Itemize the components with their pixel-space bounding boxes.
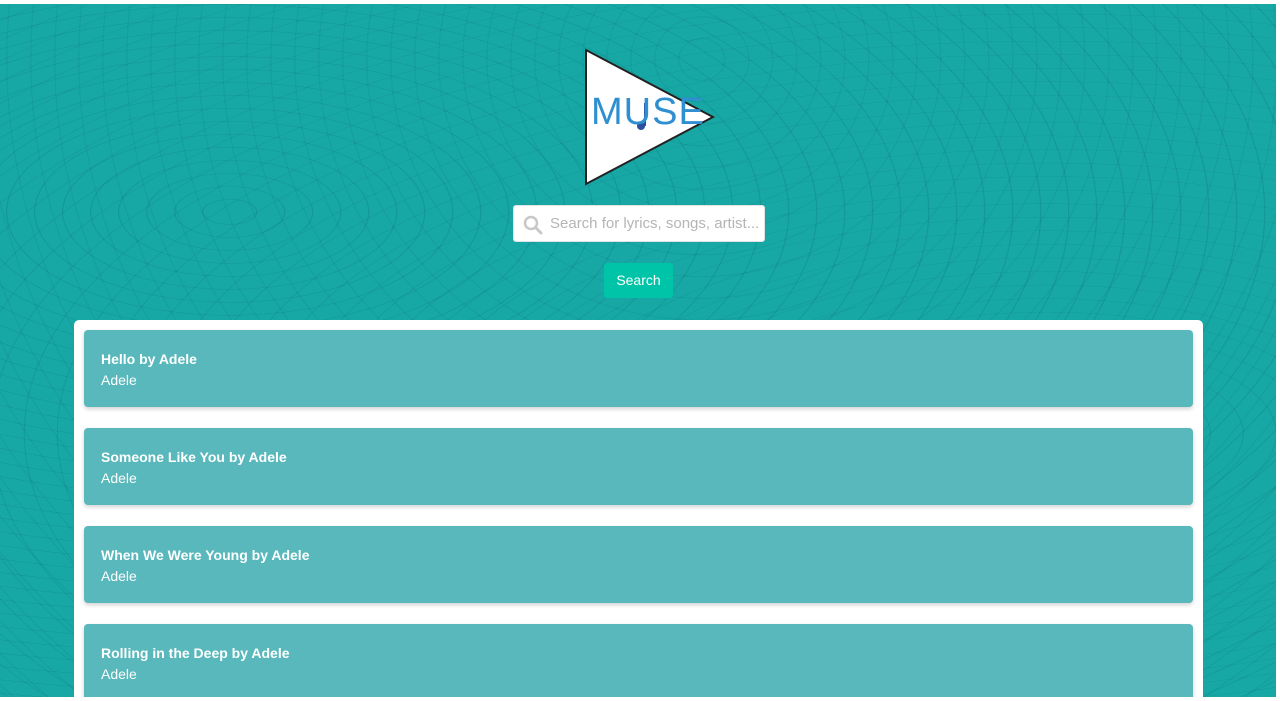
result-title: Someone Like You by Adele xyxy=(101,449,287,465)
result-card[interactable]: Someone Like You by Adele Adele xyxy=(84,428,1193,505)
scrollbar-track[interactable] xyxy=(1276,365,1280,697)
logo-text: MUSE xyxy=(591,91,705,133)
search-icon xyxy=(523,215,543,235)
result-title: Rolling in the Deep by Adele xyxy=(101,645,290,661)
result-artist: Adele xyxy=(101,372,137,388)
page-background: MUSE Search Hello by Adele Adele Someone… xyxy=(0,4,1276,697)
result-title: When We Were Young by Adele xyxy=(101,547,310,563)
result-card[interactable]: Hello by Adele Adele xyxy=(84,330,1193,407)
result-card[interactable]: Rolling in the Deep by Adele Adele xyxy=(84,624,1193,697)
search-box[interactable] xyxy=(513,205,765,242)
result-card[interactable]: When We Were Young by Adele Adele xyxy=(84,526,1193,603)
result-artist: Adele xyxy=(101,666,137,682)
results-panel: Hello by Adele Adele Someone Like You by… xyxy=(74,320,1203,697)
search-button[interactable]: Search xyxy=(604,263,673,298)
result-artist: Adele xyxy=(101,568,137,584)
search-input[interactable] xyxy=(550,206,758,241)
result-title: Hello by Adele xyxy=(101,351,197,367)
muse-logo: MUSE xyxy=(583,47,717,187)
result-artist: Adele xyxy=(101,470,137,486)
window-bottom-edge xyxy=(0,697,1280,701)
